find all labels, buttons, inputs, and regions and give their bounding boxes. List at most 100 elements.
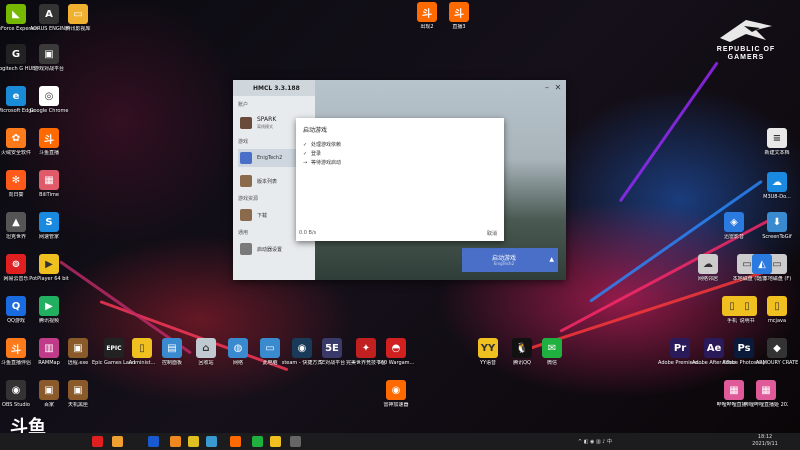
desktop-shortcut[interactable]: ▭ 腾讯影视库 <box>56 4 100 32</box>
app-icon: ☁ <box>767 172 787 192</box>
app-icon: ◆ <box>767 338 787 358</box>
app-icon: ▦ <box>39 170 59 190</box>
clock-time[interactable]: 18:12 <box>745 434 785 440</box>
app-icon: 斗 <box>417 2 437 22</box>
desktop-shortcut[interactable]: ◈ 迅雷影音 <box>712 212 756 240</box>
desktop-shortcut[interactable]: ▦ BiliTime <box>27 170 71 198</box>
app-icon: ✿ <box>6 128 26 148</box>
launch-button-version: EnigTech2 <box>493 261 515 266</box>
app-icon: ◈ <box>724 212 744 232</box>
desktop-shortcut[interactable]: ▣ 天机黑匣 <box>56 380 100 408</box>
shortcut-label: BiliTime <box>39 192 59 198</box>
shortcut-label: ARMOURY CRATE <box>755 360 799 366</box>
player-head-icon <box>240 117 252 129</box>
rog-line1: REPUBLIC OF <box>716 46 776 53</box>
launch-progress-dialog: 启动游戏 ✓ 处理游戏依赖 ✓ 登录 → 等待游戏启动 0.0 B/s 取消 <box>296 118 504 241</box>
desktop-shortcut[interactable]: ▦ 哔哩哔哩直播姬 2021... <box>744 380 788 408</box>
desktop-shortcut[interactable]: ◎ Google Chrome <box>27 86 71 114</box>
app-icon: ▭ <box>260 338 280 358</box>
system-tray-icons[interactable]: ^ ◧ ◉ ▥ ♪ 中 <box>550 438 640 445</box>
game-icon <box>240 152 252 164</box>
desktop-shortcut[interactable]: 斗直播3 <box>437 2 481 30</box>
app-icon: ▶ <box>39 254 59 274</box>
sidebar-item-launcher-settings[interactable]: 启动器设置 <box>238 240 312 258</box>
desktop: ◣GeForce ExperienceAAORUS ENGINE▭腾讯影视库GL… <box>0 0 800 433</box>
desktop-shortcut[interactable]: ⬇ ScreenToGif <box>755 212 799 240</box>
taskbar-app-icon[interactable] <box>170 436 181 447</box>
hmcl-titlebar[interactable]: HMCL 3.3.188 – ✕ <box>233 80 566 96</box>
wallpaper-streak <box>618 61 719 203</box>
desktop-shortcut[interactable]: ▯ 说明书 <box>725 296 769 324</box>
launch-step-text: 等待游戏启动 <box>311 160 342 166</box>
close-icon[interactable]: ✕ <box>553 83 563 93</box>
app-icon: ▲ <box>6 212 26 232</box>
desktop-shortcut[interactable]: ☁ M3U8-Do... <box>755 172 799 200</box>
desktop-shortcut[interactable]: S 网速管家 <box>27 212 71 240</box>
desktop-shortcut[interactable]: ◆ ARMOURY CRATE <box>755 338 799 366</box>
desktop-shortcut[interactable]: ◉ 雷神加速器 <box>374 380 418 408</box>
taskbar-app-icon[interactable] <box>188 436 199 447</box>
shortcut-label: 说明书 <box>739 318 755 324</box>
check-icon: ✓ <box>303 142 308 148</box>
app-icon: ▯ <box>767 296 787 316</box>
window-title: HMCL 3.3.188 <box>253 85 300 92</box>
taskbar-app-icon[interactable] <box>230 436 241 447</box>
desktop-shortcut[interactable]: ▶ PotPlayer 64 bit <box>27 254 71 282</box>
app-icon: ◉ <box>6 380 26 400</box>
shortcut-label: 哔哩哔哩直播姬 2021... <box>744 402 788 408</box>
shortcut-label: ScreenToGif <box>762 234 792 240</box>
minimize-icon[interactable]: – <box>542 83 552 93</box>
app-icon: ◍ <box>228 338 248 358</box>
shortcut-label: PotPlayer 64 bit <box>29 276 69 282</box>
clock-date[interactable]: 2021/9/11 <box>745 441 785 447</box>
app-icon: ✦ <box>356 338 376 358</box>
launch-step: → 等待游戏启动 <box>303 159 341 166</box>
desktop-shortcut[interactable]: ☁ 网络邻居 <box>686 254 730 282</box>
app-icon: ≡ <box>767 128 787 148</box>
desktop-shortcut[interactable]: ◭ 迅雷 <box>740 254 784 282</box>
app-icon: ▦ <box>724 380 744 400</box>
download-speed: 0.0 B/s <box>299 230 317 236</box>
taskbar-app-icon[interactable] <box>92 436 103 447</box>
taskbar-app-icon[interactable] <box>206 436 217 447</box>
taskbar-app-icon[interactable] <box>112 436 123 447</box>
app-icon: ▣ <box>68 380 88 400</box>
version-list-label: 版本列表 <box>257 179 278 185</box>
rog-eye-icon <box>720 20 772 42</box>
taskbar-app-icon[interactable] <box>252 436 263 447</box>
desktop-shortcut[interactable]: ✉ 微信 <box>530 338 574 366</box>
rog-line2: GAMERS <box>727 54 765 61</box>
app-icon: Ae <box>704 338 724 358</box>
shortcut-label: 新建文本档 <box>764 150 790 156</box>
desktop-shortcut[interactable]: 斗斗鱼直播 <box>27 128 71 156</box>
app-icon: YY <box>478 338 498 358</box>
launch-menu-icon[interactable]: ▲ <box>549 256 554 263</box>
desktop-shortcut[interactable]: ▶ 腾讯视频 <box>27 296 71 324</box>
desktop-shortcut[interactable]: ▣ 游戏对战平台 <box>27 44 71 72</box>
app-icon: 斗 <box>6 338 26 358</box>
shortcut-label: 直播3 <box>452 24 466 30</box>
launch-game-button[interactable]: 启动游戏 EnigTech2 ▲ <box>462 248 558 272</box>
shortcut-label: 雷神加速器 <box>383 402 409 408</box>
app-icon: 🐧 <box>512 338 532 358</box>
app-icon: ⬇ <box>767 212 787 232</box>
app-icon: ⌂ <box>196 338 216 358</box>
app-icon: ◉ <box>386 380 406 400</box>
shortcut-label: 360 Wargam... <box>377 360 415 366</box>
cancel-button[interactable]: 取消 <box>487 230 497 237</box>
grass-block-icon <box>240 175 252 187</box>
app-icon: 斗 <box>39 128 59 148</box>
app-icon: ◓ <box>386 338 406 358</box>
taskbar-app-icon[interactable] <box>290 436 301 447</box>
desktop-shortcut[interactable]: ≡ 新建文本档 <box>755 128 799 156</box>
app-icon: ⊚ <box>6 254 26 274</box>
shortcut-label: Google Chrome <box>29 108 69 114</box>
app-icon: 5E <box>322 338 342 358</box>
taskbar-app-icon[interactable] <box>270 436 281 447</box>
download-label: 下载 <box>257 213 268 219</box>
wallpaper-streak <box>589 179 763 303</box>
sidebar-section-download: 游戏资源 <box>238 196 259 202</box>
taskbar-app-icon[interactable] <box>148 436 159 447</box>
app-icon: G <box>6 44 26 64</box>
desktop-shortcut[interactable]: ◓ 360 Wargam... <box>374 338 418 366</box>
